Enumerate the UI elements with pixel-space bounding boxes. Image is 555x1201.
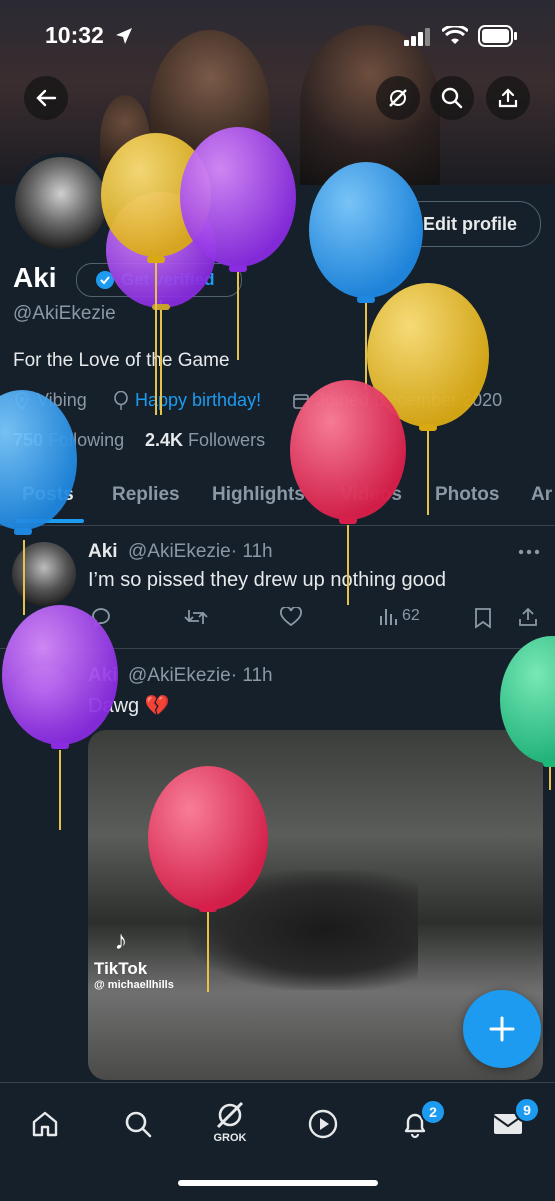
search-button[interactable] (430, 76, 474, 120)
reply-icon[interactable] (90, 606, 112, 628)
grok-label: GROK (213, 1132, 247, 1144)
profile-bio: For the Love of the Game (13, 350, 230, 371)
location-arrow-icon (116, 28, 132, 44)
tiktok-logo-icon: ♪ (114, 925, 128, 955)
messages-badge: 9 (514, 1097, 540, 1123)
tab-photos[interactable]: Photos (435, 484, 499, 506)
tweet-time: · 11h (230, 665, 273, 686)
more-options-icon[interactable] (517, 548, 541, 556)
video-figure (188, 870, 418, 990)
nav-home[interactable] (20, 1099, 70, 1149)
views-action[interactable]: 62 (378, 606, 420, 626)
arrow-left-icon (36, 89, 57, 107)
balloon-purple-back (106, 192, 216, 415)
nav-grok[interactable]: GROK (205, 1091, 255, 1151)
compose-post-button[interactable] (463, 990, 541, 1068)
birthday-meta[interactable]: Happy birthday! (113, 390, 261, 411)
get-verified-button[interactable]: Get verified (76, 263, 242, 297)
nav-video[interactable] (298, 1099, 348, 1149)
home-icon (32, 1111, 58, 1137)
profile-tabs: Posts Replies Highlights Videos Photos A… (0, 470, 555, 526)
profile-avatar[interactable] (11, 153, 111, 253)
views-chart-icon (380, 609, 397, 625)
views-count: 62 (402, 607, 420, 624)
plus-icon (489, 1016, 515, 1042)
tab-articles[interactable]: Ar (531, 484, 552, 506)
tweet-avatar[interactable] (12, 542, 76, 606)
followers-count: 2.4K (145, 430, 184, 450)
tab-posts[interactable]: Posts (22, 484, 74, 506)
tweet-author-name[interactable]: Aki (88, 665, 118, 687)
home-indicator (178, 1180, 378, 1186)
location-pin-icon (15, 391, 29, 410)
following-link[interactable]: 750 Following (13, 430, 124, 451)
grok-icon (389, 89, 407, 107)
search-icon (441, 87, 463, 109)
active-tab-indicator (16, 519, 84, 523)
tweet-share-icon[interactable] (517, 606, 539, 628)
edit-profile-button[interactable]: Edit profile (399, 201, 541, 247)
bookmark-icon[interactable] (474, 607, 492, 629)
tweet-text: I’m so pissed they drew up nothing good (88, 569, 446, 591)
signal-icon (404, 28, 430, 46)
like-icon[interactable] (280, 607, 302, 627)
followers-label: Followers (188, 430, 266, 450)
verified-badge-icon (96, 271, 114, 289)
following-count: 750 (13, 430, 44, 450)
joined-text: Joined December 2020 (316, 390, 503, 410)
back-button[interactable] (24, 76, 68, 120)
balloon-blue (309, 162, 423, 390)
nav-search[interactable] (113, 1099, 163, 1149)
tab-replies[interactable]: Replies (112, 484, 180, 506)
tweet-handle-text: @AkiEkezie (128, 541, 231, 562)
tiktok-watermark: ♪ TikTok @ michaellhills (94, 925, 174, 991)
tab-videos[interactable]: Videos (340, 484, 402, 506)
tiktok-label: TikTok (94, 959, 148, 978)
grok-button[interactable] (376, 76, 420, 120)
location-text: Vibing (37, 390, 87, 410)
tweet-author-handle: @AkiEkezie· 11h (128, 665, 273, 687)
balloon-icon (114, 390, 128, 410)
grok-icon (216, 1101, 244, 1129)
birthday-text[interactable]: Happy birthday! (135, 390, 261, 411)
status-bar: 10:32 (0, 0, 555, 72)
tweet-author-handle: @AkiEkezie· 11h (128, 541, 273, 563)
status-time: 10:32 (45, 22, 104, 48)
tweet-text: Dawg 💔 (88, 695, 170, 717)
banner-person-back (100, 95, 150, 185)
battery-icon (478, 25, 517, 47)
location-meta: Vibing (13, 390, 87, 411)
followers-link[interactable]: 2.4K Followers (145, 430, 265, 451)
tweet-time: · 11h (230, 541, 273, 562)
repost-icon[interactable] (184, 606, 208, 628)
display-name: Aki (13, 262, 57, 293)
tiktok-user: @ michaellhills (94, 979, 174, 991)
joined-meta: Joined December 2020 (292, 390, 502, 411)
tab-highlights[interactable]: Highlights (212, 484, 305, 506)
notifications-badge: 2 (420, 1099, 446, 1125)
calendar-icon (293, 393, 309, 409)
tweet-avatar[interactable] (12, 666, 76, 730)
share-button[interactable] (486, 76, 530, 120)
profile-handle: @AkiEkezie (13, 303, 116, 324)
following-label: Following (48, 430, 125, 450)
wifi-icon (442, 26, 468, 44)
tweet-divider (0, 648, 555, 649)
tweet-author-name[interactable]: Aki (88, 541, 118, 563)
search-icon (125, 1111, 152, 1138)
get-verified-label: Get verified (121, 270, 215, 289)
tweet-handle-text: @AkiEkezie (128, 665, 231, 686)
share-icon (498, 88, 518, 108)
nav-messages[interactable]: 9 (483, 1097, 540, 1149)
play-circle-icon (308, 1109, 338, 1139)
nav-notifications[interactable]: 2 (390, 1099, 446, 1149)
